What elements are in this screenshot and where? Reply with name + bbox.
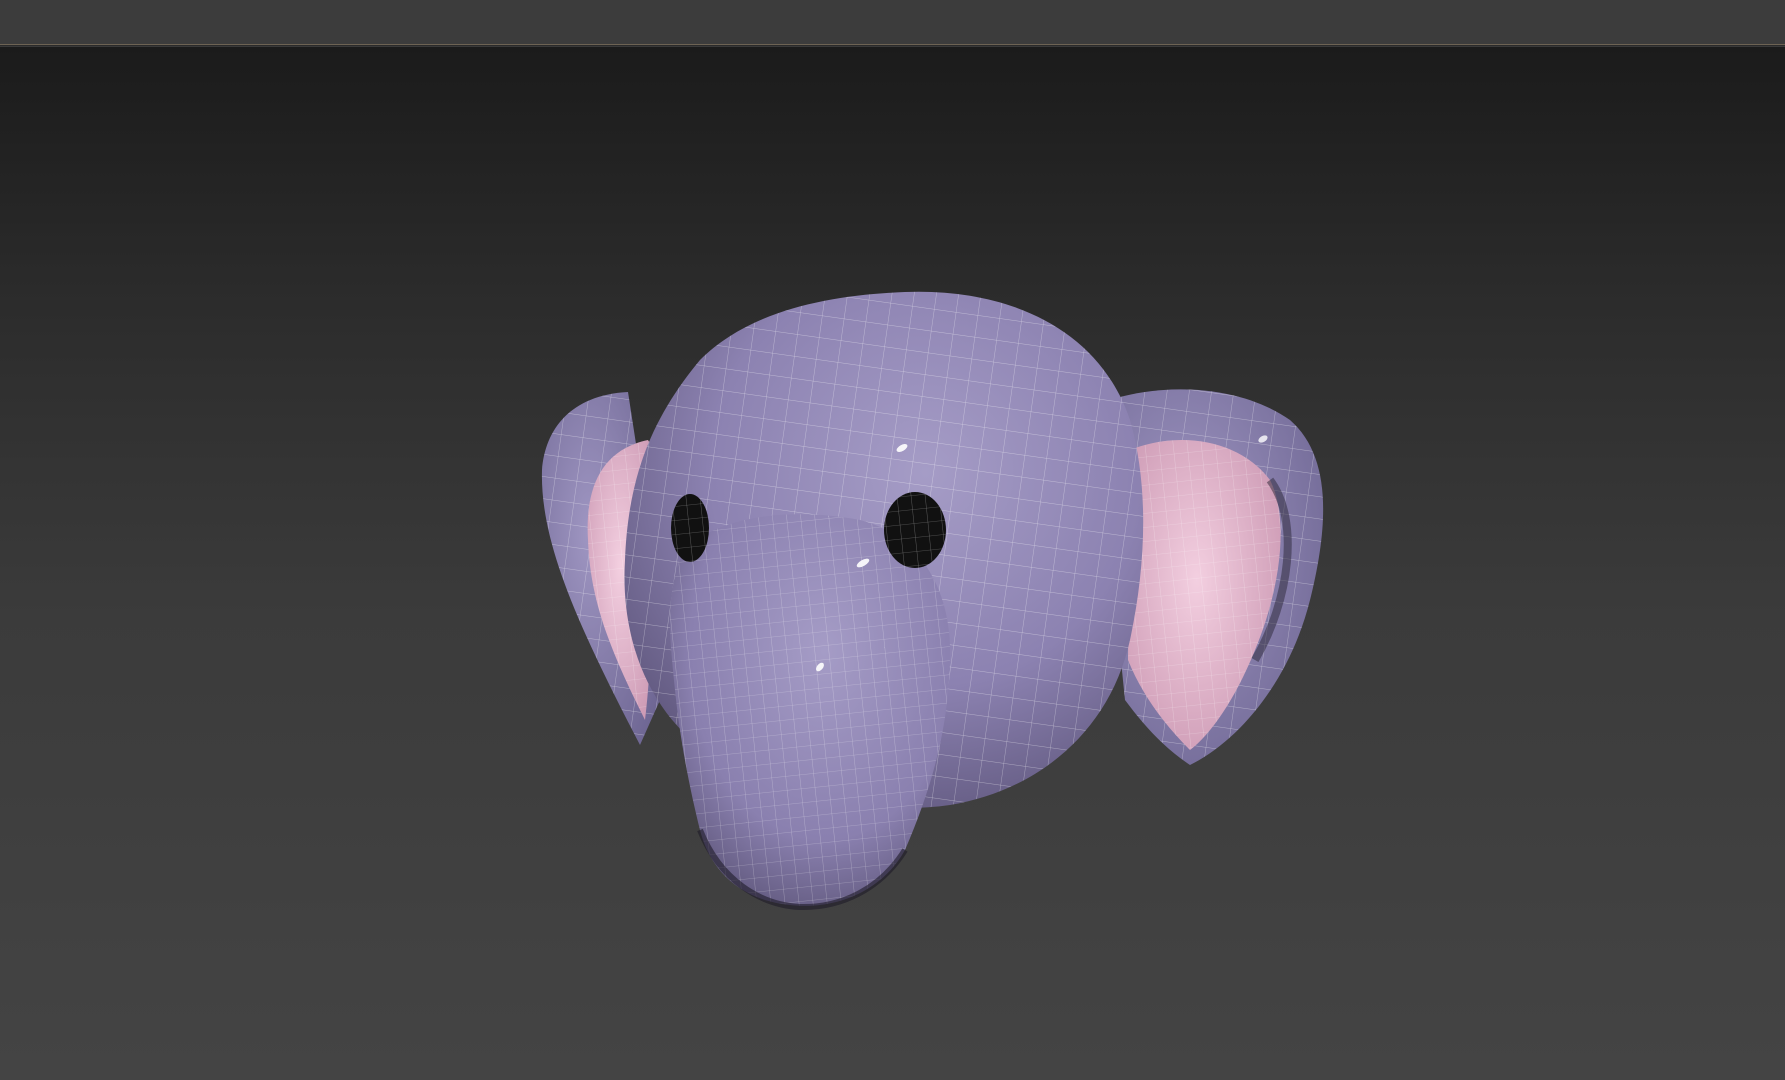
trunk[interactable] bbox=[670, 514, 950, 911]
right-eye[interactable] bbox=[884, 492, 946, 568]
3d-viewport[interactable] bbox=[0, 47, 1785, 1080]
left-eye[interactable] bbox=[671, 494, 709, 562]
app-window bbox=[0, 0, 1785, 1080]
elephant-model[interactable] bbox=[541, 291, 1324, 911]
top-toolbar bbox=[0, 0, 1785, 46]
viewport-canvas[interactable] bbox=[0, 47, 1785, 1080]
